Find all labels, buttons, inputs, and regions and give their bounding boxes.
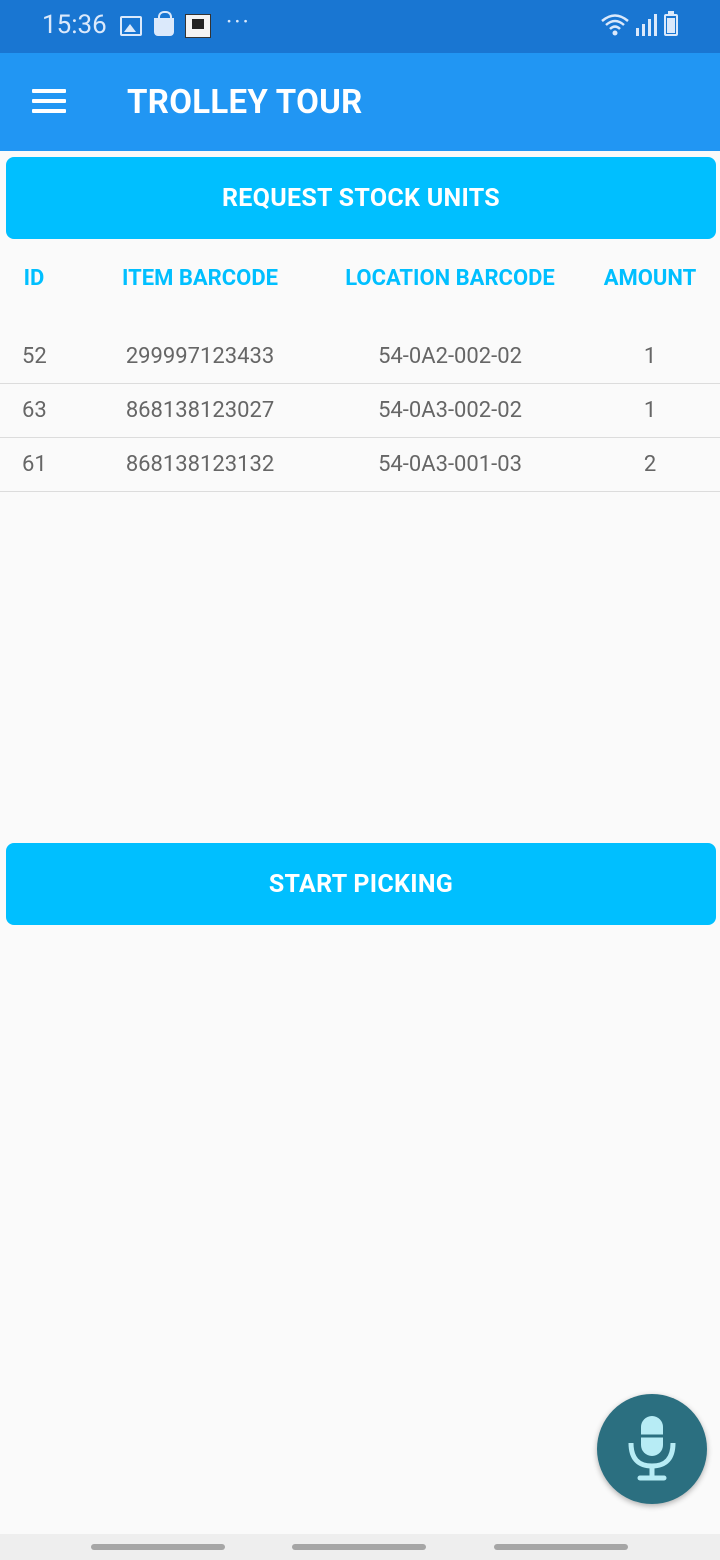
status-time: 15:36 <box>42 10 107 40</box>
voice-input-button[interactable] <box>597 1394 707 1504</box>
nav-back-handle[interactable] <box>494 1544 628 1550</box>
navigation-bar <box>0 1534 720 1560</box>
nav-recents-handle[interactable] <box>91 1544 225 1550</box>
cell-item-barcode: 299997123433 <box>125 344 275 369</box>
cell-id: 63 <box>22 398 47 423</box>
app-notification-icon <box>185 14 211 38</box>
cell-location-barcode: 54-0A2-002-02 <box>378 344 522 369</box>
cell-item-barcode: 868138123132 <box>125 452 275 477</box>
battery-icon <box>664 11 678 36</box>
microphone-icon <box>628 1416 676 1481</box>
more-notifications-icon: ··· <box>226 8 251 36</box>
request-stock-units-button[interactable]: REQUEST STOCK UNITS <box>6 157 716 239</box>
cell-amount: 1 <box>643 344 657 369</box>
cell-amount: 1 <box>643 398 657 423</box>
bag-icon <box>154 11 174 36</box>
signal-icon <box>636 14 658 40</box>
header-location-barcode: LOCATION BARCODE <box>345 266 555 291</box>
table-header: ID ITEM BARCODE LOCATION BARCODE AMOUNT <box>0 266 720 308</box>
nav-home-handle[interactable] <box>292 1544 426 1550</box>
cell-location-barcode: 54-0A3-002-02 <box>378 398 522 423</box>
cell-id: 61 <box>22 452 47 477</box>
start-picking-button[interactable]: START PICKING <box>6 843 716 925</box>
table-row[interactable]: 61 868138123132 54-0A3-001-03 2 <box>0 438 720 492</box>
menu-icon[interactable] <box>32 89 66 115</box>
header-id: ID <box>23 266 45 291</box>
cell-amount: 2 <box>643 452 657 477</box>
cell-item-barcode: 868138123027 <box>125 398 275 423</box>
table-body: 52 299997123433 54-0A2-002-02 1 63 86813… <box>0 330 720 492</box>
header-item-barcode: ITEM BARCODE <box>121 266 278 291</box>
table-row[interactable]: 52 299997123433 54-0A2-002-02 1 <box>0 330 720 384</box>
cell-id: 52 <box>22 344 47 369</box>
status-bar: 15:36 ··· <box>0 0 720 53</box>
wifi-icon <box>600 12 630 42</box>
cell-location-barcode: 54-0A3-001-03 <box>378 452 522 477</box>
table-row[interactable]: 63 868138123027 54-0A3-002-02 1 <box>0 384 720 438</box>
page-title: TROLLEY TOUR <box>127 83 363 122</box>
image-icon <box>120 16 142 36</box>
header-amount: AMOUNT <box>603 266 697 291</box>
app-bar: TROLLEY TOUR <box>0 53 720 151</box>
